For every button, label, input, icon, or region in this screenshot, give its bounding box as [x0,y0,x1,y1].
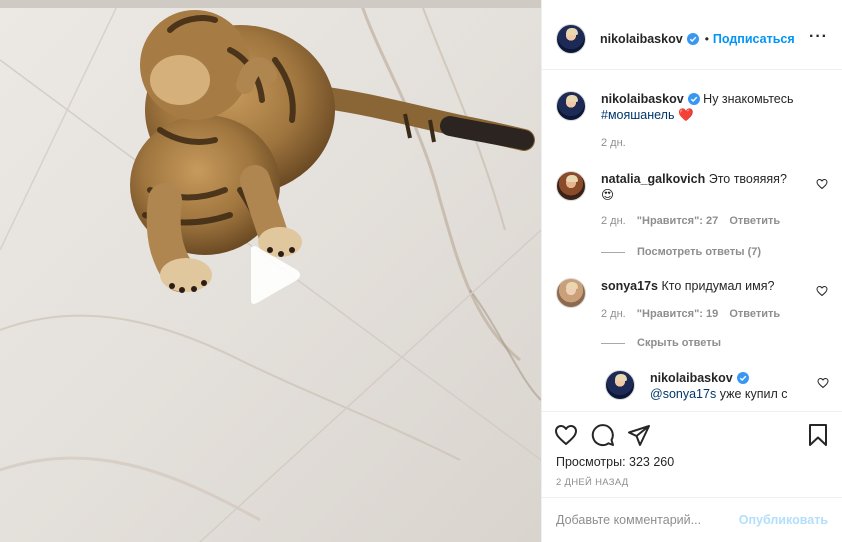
avatar[interactable] [556,171,586,201]
comment-meta: 2 дн. "Нравится": 27 Ответить [601,215,788,227]
comment-text: Это твояяяя? [708,172,787,186]
header-user-block: nikolaibaskov • Подписаться [600,32,795,46]
separator-dot: • [704,31,709,46]
reply-mention[interactable]: @sonya17s [650,387,716,401]
replies-toggle-label: Скрыть ответы [637,337,721,349]
comment-username[interactable]: natalia_galkovich [601,172,705,186]
comment-likes[interactable]: "Нравится": 19 [637,308,718,320]
share-icon[interactable] [627,423,651,447]
comment-input[interactable] [556,513,739,527]
comment-like-icon[interactable] [816,178,828,190]
post-header: nikolaibaskov • Подписаться ··· [542,8,842,70]
reply-text: уже купил с [719,387,788,401]
more-icon[interactable]: ··· [809,29,828,45]
verified-badge-icon [687,93,700,105]
views-count[interactable]: Просмотры: 323 260 [556,455,674,469]
add-comment-form: Опубликовать [542,497,842,542]
replies-toggle-label: Посмотреть ответы (7) [637,246,762,258]
reply-body: nikolaibaskov @sonya17s уже купил с [650,370,800,402]
caption: nikolaibaskov Ну знакомьтесь #мояшанель … [556,91,836,151]
caption-time[interactable]: 2 дн. [601,137,626,149]
comment-like-icon[interactable] [816,285,828,297]
view-replies-button[interactable]: Посмотреть ответы (7) [601,246,761,258]
comment-body: natalia_galkovich Это твояяяя? 😍 [601,171,801,203]
reply-button[interactable]: Ответить [729,308,780,320]
post-media[interactable] [0,0,541,542]
divider [601,251,625,253]
comments-list[interactable]: nikolaibaskov Ну знакомьтесь #мояшанель … [542,71,842,411]
heart-emoji: ❤️ [677,108,694,122]
top-strip [0,0,541,8]
comment-text: Кто придумал имя? [661,279,775,293]
comment-time[interactable]: 2 дн. [601,215,626,227]
comment-item: sonya17s Кто придумал имя? 2 дн. "Нравит… [556,278,836,368]
reply-button[interactable]: Ответить [729,215,780,227]
comment-item: natalia_galkovich Это твояяяя? 😍 2 дн. "… [556,171,836,261]
caption-body: nikolaibaskov Ну знакомьтесь #мояшанель … [601,91,801,123]
views-label: Просмотры: [556,455,626,469]
reply-item: nikolaibaskov @sonya17s уже купил с [605,370,837,411]
play-icon [251,246,300,304]
caption-username[interactable]: nikolaibaskov [601,92,684,106]
post-sidebar: nikolaibaskov • Подписаться ··· nikolaib… [541,0,842,542]
follow-button[interactable]: Подписаться [713,32,795,46]
hide-replies-button[interactable]: Скрыть ответы [601,337,721,349]
caption-meta: 2 дн. [601,137,634,149]
comment-time[interactable]: 2 дн. [601,308,626,320]
caption-hashtag[interactable]: #мояшанель [601,108,675,122]
avatar[interactable] [556,91,586,121]
comment-body: sonya17s Кто придумал имя? [601,278,801,294]
post-comment-button[interactable]: Опубликовать [739,513,828,527]
avatar[interactable] [556,278,586,308]
post-date[interactable]: 2 дней назад [556,477,629,488]
verified-badge-icon [736,372,749,384]
avatar[interactable] [605,370,635,400]
caption-text: Ну знакомьтесь [703,92,794,106]
play-button[interactable] [242,244,304,306]
bookmark-icon[interactable] [806,423,830,447]
verified-badge-icon [686,32,699,45]
comment-icon[interactable] [591,423,615,447]
comment-like-icon[interactable] [817,377,829,389]
header-username[interactable]: nikolaibaskov [600,32,683,46]
avatar[interactable] [556,23,586,54]
comment-likes[interactable]: "Нравится": 27 [637,215,718,227]
views-number: 323 260 [629,455,675,469]
comment-emoji: 😍 [601,188,615,202]
heart-icon[interactable] [554,423,578,447]
post-actions: Просмотры: 323 260 2 дней назад [542,411,842,497]
reply-username[interactable]: nikolaibaskov [650,371,733,385]
divider [601,342,625,344]
comment-username[interactable]: sonya17s [601,279,658,293]
comment-meta: 2 дн. "Нравится": 19 Ответить [601,308,788,320]
